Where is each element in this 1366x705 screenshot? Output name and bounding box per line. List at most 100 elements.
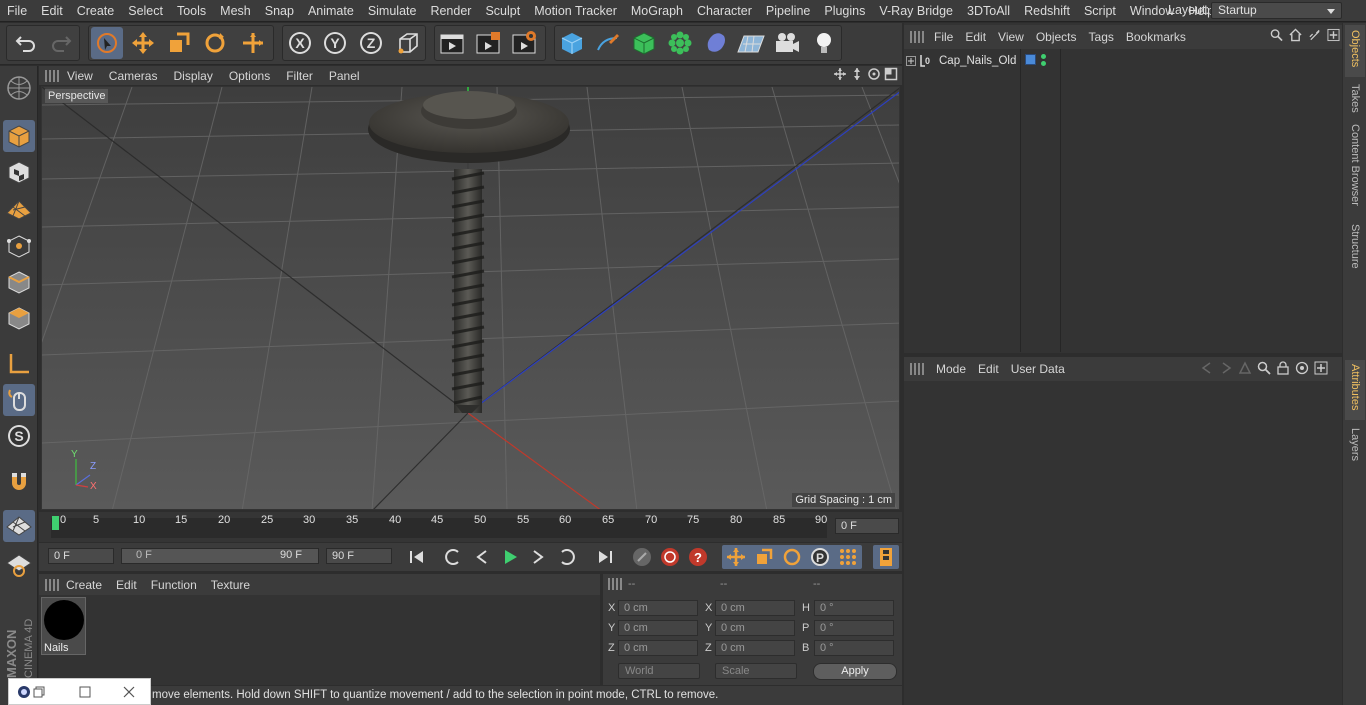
- current-frame-field[interactable]: 0 F: [835, 518, 899, 534]
- model-mode-icon[interactable]: [3, 120, 35, 152]
- tweak-mode-icon[interactable]: [3, 384, 35, 416]
- quantize-icon[interactable]: [3, 548, 35, 580]
- menu-mograph[interactable]: MoGraph: [624, 4, 690, 18]
- go-to-end-icon[interactable]: [592, 545, 618, 569]
- rotation-b-field[interactable]: 0 °: [814, 640, 894, 656]
- recent-tool-icon[interactable]: [237, 27, 269, 59]
- render-view-icon[interactable]: [436, 27, 468, 59]
- z-axis-lock-icon[interactable]: Z: [355, 27, 387, 59]
- floor-object-icon[interactable]: [735, 27, 767, 59]
- menu-sculpt[interactable]: Sculpt: [478, 4, 527, 18]
- material-swatch-nails[interactable]: Nails: [41, 597, 86, 655]
- position-z-field[interactable]: 0 cm: [618, 640, 698, 656]
- menu-simulate[interactable]: Simulate: [361, 4, 424, 18]
- attributes-new-view-icon[interactable]: [1314, 361, 1328, 375]
- layout-dropdown[interactable]: Startup: [1211, 2, 1342, 19]
- zoom-icon[interactable]: [850, 67, 864, 81]
- material-panel-grip-icon[interactable]: [45, 578, 59, 591]
- redo-icon[interactable]: [45, 27, 77, 59]
- next-key-icon[interactable]: [553, 545, 579, 569]
- objects-panel-grip-icon[interactable]: [910, 31, 924, 43]
- points-mode-icon[interactable]: [3, 230, 35, 262]
- pan-icon[interactable]: [833, 67, 847, 81]
- viewport-menu-view[interactable]: View: [59, 69, 101, 83]
- cloner-icon[interactable]: [664, 27, 696, 59]
- y-axis-lock-icon[interactable]: Y: [319, 27, 351, 59]
- position-y-field[interactable]: 0 cm: [618, 620, 698, 636]
- next-frame-icon[interactable]: [525, 545, 551, 569]
- new-view-icon[interactable]: [1327, 28, 1340, 42]
- rotate-tool-icon[interactable]: [199, 27, 231, 59]
- menu-mesh[interactable]: Mesh: [213, 4, 258, 18]
- solo-mode-icon[interactable]: S: [3, 420, 35, 452]
- close-window-icon[interactable]: [123, 686, 135, 698]
- layer-color-swatch[interactable]: [1025, 54, 1036, 65]
- size-y-field[interactable]: 0 cm: [715, 620, 795, 636]
- 3d-viewport[interactable]: Perspective Grid Spacing : 1 cm Y Z X: [41, 86, 900, 510]
- camera-object-icon[interactable]: [771, 27, 803, 59]
- menu-select[interactable]: Select: [121, 4, 170, 18]
- search-icon[interactable]: [1270, 28, 1283, 42]
- key-scale-icon[interactable]: [751, 545, 777, 569]
- link-icon[interactable]: [1308, 28, 1321, 42]
- orbit-icon[interactable]: [867, 67, 881, 81]
- previous-key-icon[interactable]: [441, 545, 467, 569]
- viewport-menu-display[interactable]: Display: [165, 69, 220, 83]
- render-picture-viewer-icon[interactable]: [472, 27, 504, 59]
- live-selection-icon[interactable]: [91, 27, 123, 59]
- coords-panel-grip-icon[interactable]: [608, 578, 622, 590]
- menu-snap[interactable]: Snap: [258, 4, 301, 18]
- menu-motion-tracker[interactable]: Motion Tracker: [527, 4, 624, 18]
- size-z-field[interactable]: 0 cm: [715, 640, 795, 656]
- expand-toggle-icon[interactable]: [906, 55, 916, 66]
- objects-menu-tags[interactable]: Tags: [1083, 30, 1120, 44]
- scale-tool-icon[interactable]: [163, 27, 195, 59]
- position-x-field[interactable]: 0 cm: [618, 600, 698, 616]
- edges-mode-icon[interactable]: [3, 266, 35, 298]
- apply-button[interactable]: Apply: [813, 663, 897, 680]
- axis-mode-icon[interactable]: [3, 348, 35, 380]
- menu-script[interactable]: Script: [1077, 4, 1123, 18]
- frame-range-slider[interactable]: 0 F 90 F: [121, 548, 319, 564]
- timeline-window-icon[interactable]: [873, 545, 899, 569]
- rotation-h-field[interactable]: 0 °: [814, 600, 894, 616]
- rotation-p-field[interactable]: 0 °: [814, 620, 894, 636]
- tab-layers[interactable]: Layers: [1349, 428, 1361, 461]
- size-mode-dropdown[interactable]: Scale: [715, 663, 797, 679]
- x-axis-lock-icon[interactable]: X: [284, 27, 316, 59]
- objects-menu-bookmarks[interactable]: Bookmarks: [1120, 30, 1192, 44]
- enable-snap-icon[interactable]: [3, 510, 35, 542]
- menu-edit[interactable]: Edit: [34, 4, 70, 18]
- key-pla-icon[interactable]: [835, 545, 861, 569]
- make-editable-icon[interactable]: [3, 72, 35, 104]
- panel-grip-icon[interactable]: [45, 69, 59, 82]
- play-forward-icon[interactable]: [497, 545, 523, 569]
- cube-object-icon[interactable]: [556, 27, 588, 59]
- end-frame-field[interactable]: 90 F: [326, 548, 392, 564]
- viewport-menu-cameras[interactable]: Cameras: [101, 69, 166, 83]
- target-icon[interactable]: [1295, 361, 1309, 375]
- viewport-camera-label[interactable]: Perspective: [45, 89, 109, 103]
- material-menu-create[interactable]: Create: [59, 578, 109, 592]
- up-arrow-icon[interactable]: [1238, 361, 1252, 375]
- record-keys-icon[interactable]: [629, 545, 655, 569]
- forward-arrow-icon[interactable]: [1219, 361, 1233, 375]
- viewport-menu-panel[interactable]: Panel: [321, 69, 368, 83]
- deformer-icon[interactable]: [700, 27, 732, 59]
- objects-menu-file[interactable]: File: [928, 30, 959, 44]
- attributes-menu-mode[interactable]: Mode: [930, 362, 972, 376]
- attributes-menu-user-data[interactable]: User Data: [1005, 362, 1071, 376]
- restore-window-icon[interactable]: [33, 686, 45, 698]
- menu-animate[interactable]: Animate: [301, 4, 361, 18]
- menu-file[interactable]: File: [0, 4, 34, 18]
- material-menu-function[interactable]: Function: [144, 578, 204, 592]
- pen-spline-icon[interactable]: [592, 27, 624, 59]
- objects-menu-objects[interactable]: Objects: [1030, 30, 1083, 44]
- tab-content-browser[interactable]: Content Browser: [1349, 124, 1361, 206]
- previous-frame-icon[interactable]: [469, 545, 495, 569]
- texture-mode-icon[interactable]: [3, 156, 35, 188]
- home-icon[interactable]: [1289, 28, 1302, 42]
- maximize-view-icon[interactable]: [884, 67, 898, 81]
- material-menu-texture[interactable]: Texture: [204, 578, 257, 592]
- visibility-dots[interactable]: [1041, 54, 1047, 66]
